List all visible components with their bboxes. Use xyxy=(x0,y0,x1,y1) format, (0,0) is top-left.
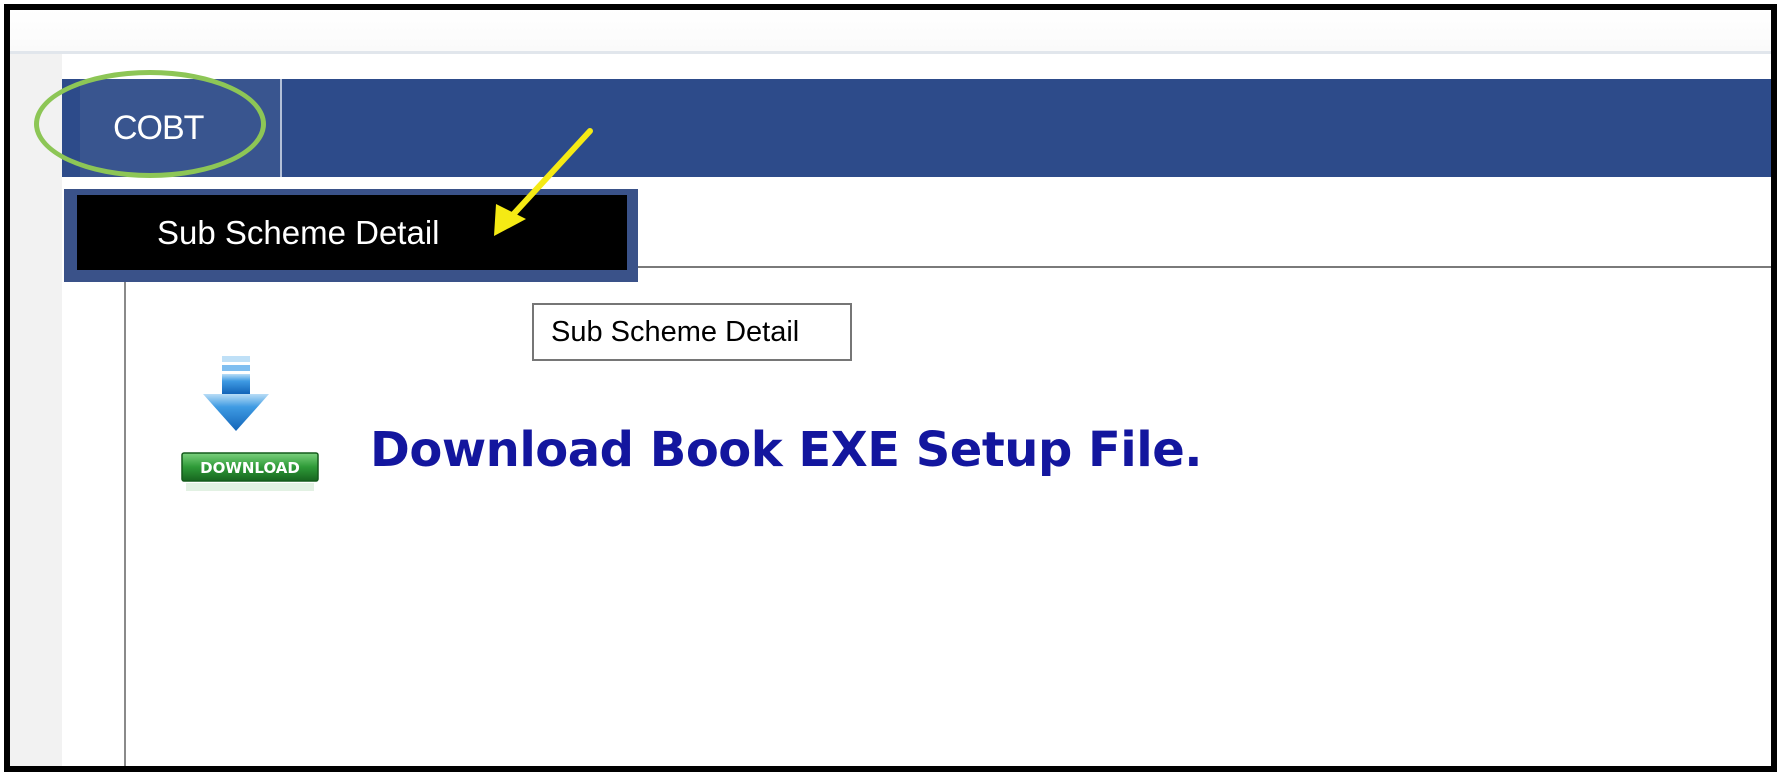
tooltip: Sub Scheme Detail xyxy=(532,303,852,361)
nav-item-cobt-label: COBT xyxy=(113,108,204,147)
nav-item-cobt[interactable]: COBT xyxy=(80,79,282,177)
download-icon[interactable]: DOWNLOAD xyxy=(176,355,324,495)
download-button-graphic: DOWNLOAD xyxy=(181,452,319,491)
download-book-exe-link[interactable]: Download Book EXE Setup File. xyxy=(370,422,1203,478)
menu-item-sub-scheme-detail[interactable]: Sub Scheme Detail xyxy=(77,195,627,270)
content-panel xyxy=(124,268,1771,766)
download-icon-label: DOWNLOAD xyxy=(200,459,300,477)
screenshot-frame: COBT Sub Scheme Detail Sub Scheme Detail xyxy=(4,4,1777,772)
left-gutter xyxy=(10,54,62,766)
browser-top-strip xyxy=(10,10,1771,54)
tooltip-text: Sub Scheme Detail xyxy=(551,315,800,348)
menu-item-sub-scheme-detail-label: Sub Scheme Detail xyxy=(157,213,440,251)
cobt-dropdown-menu: Sub Scheme Detail xyxy=(64,189,638,282)
main-navbar: COBT xyxy=(62,79,1771,177)
download-arrow-icon xyxy=(203,356,269,431)
